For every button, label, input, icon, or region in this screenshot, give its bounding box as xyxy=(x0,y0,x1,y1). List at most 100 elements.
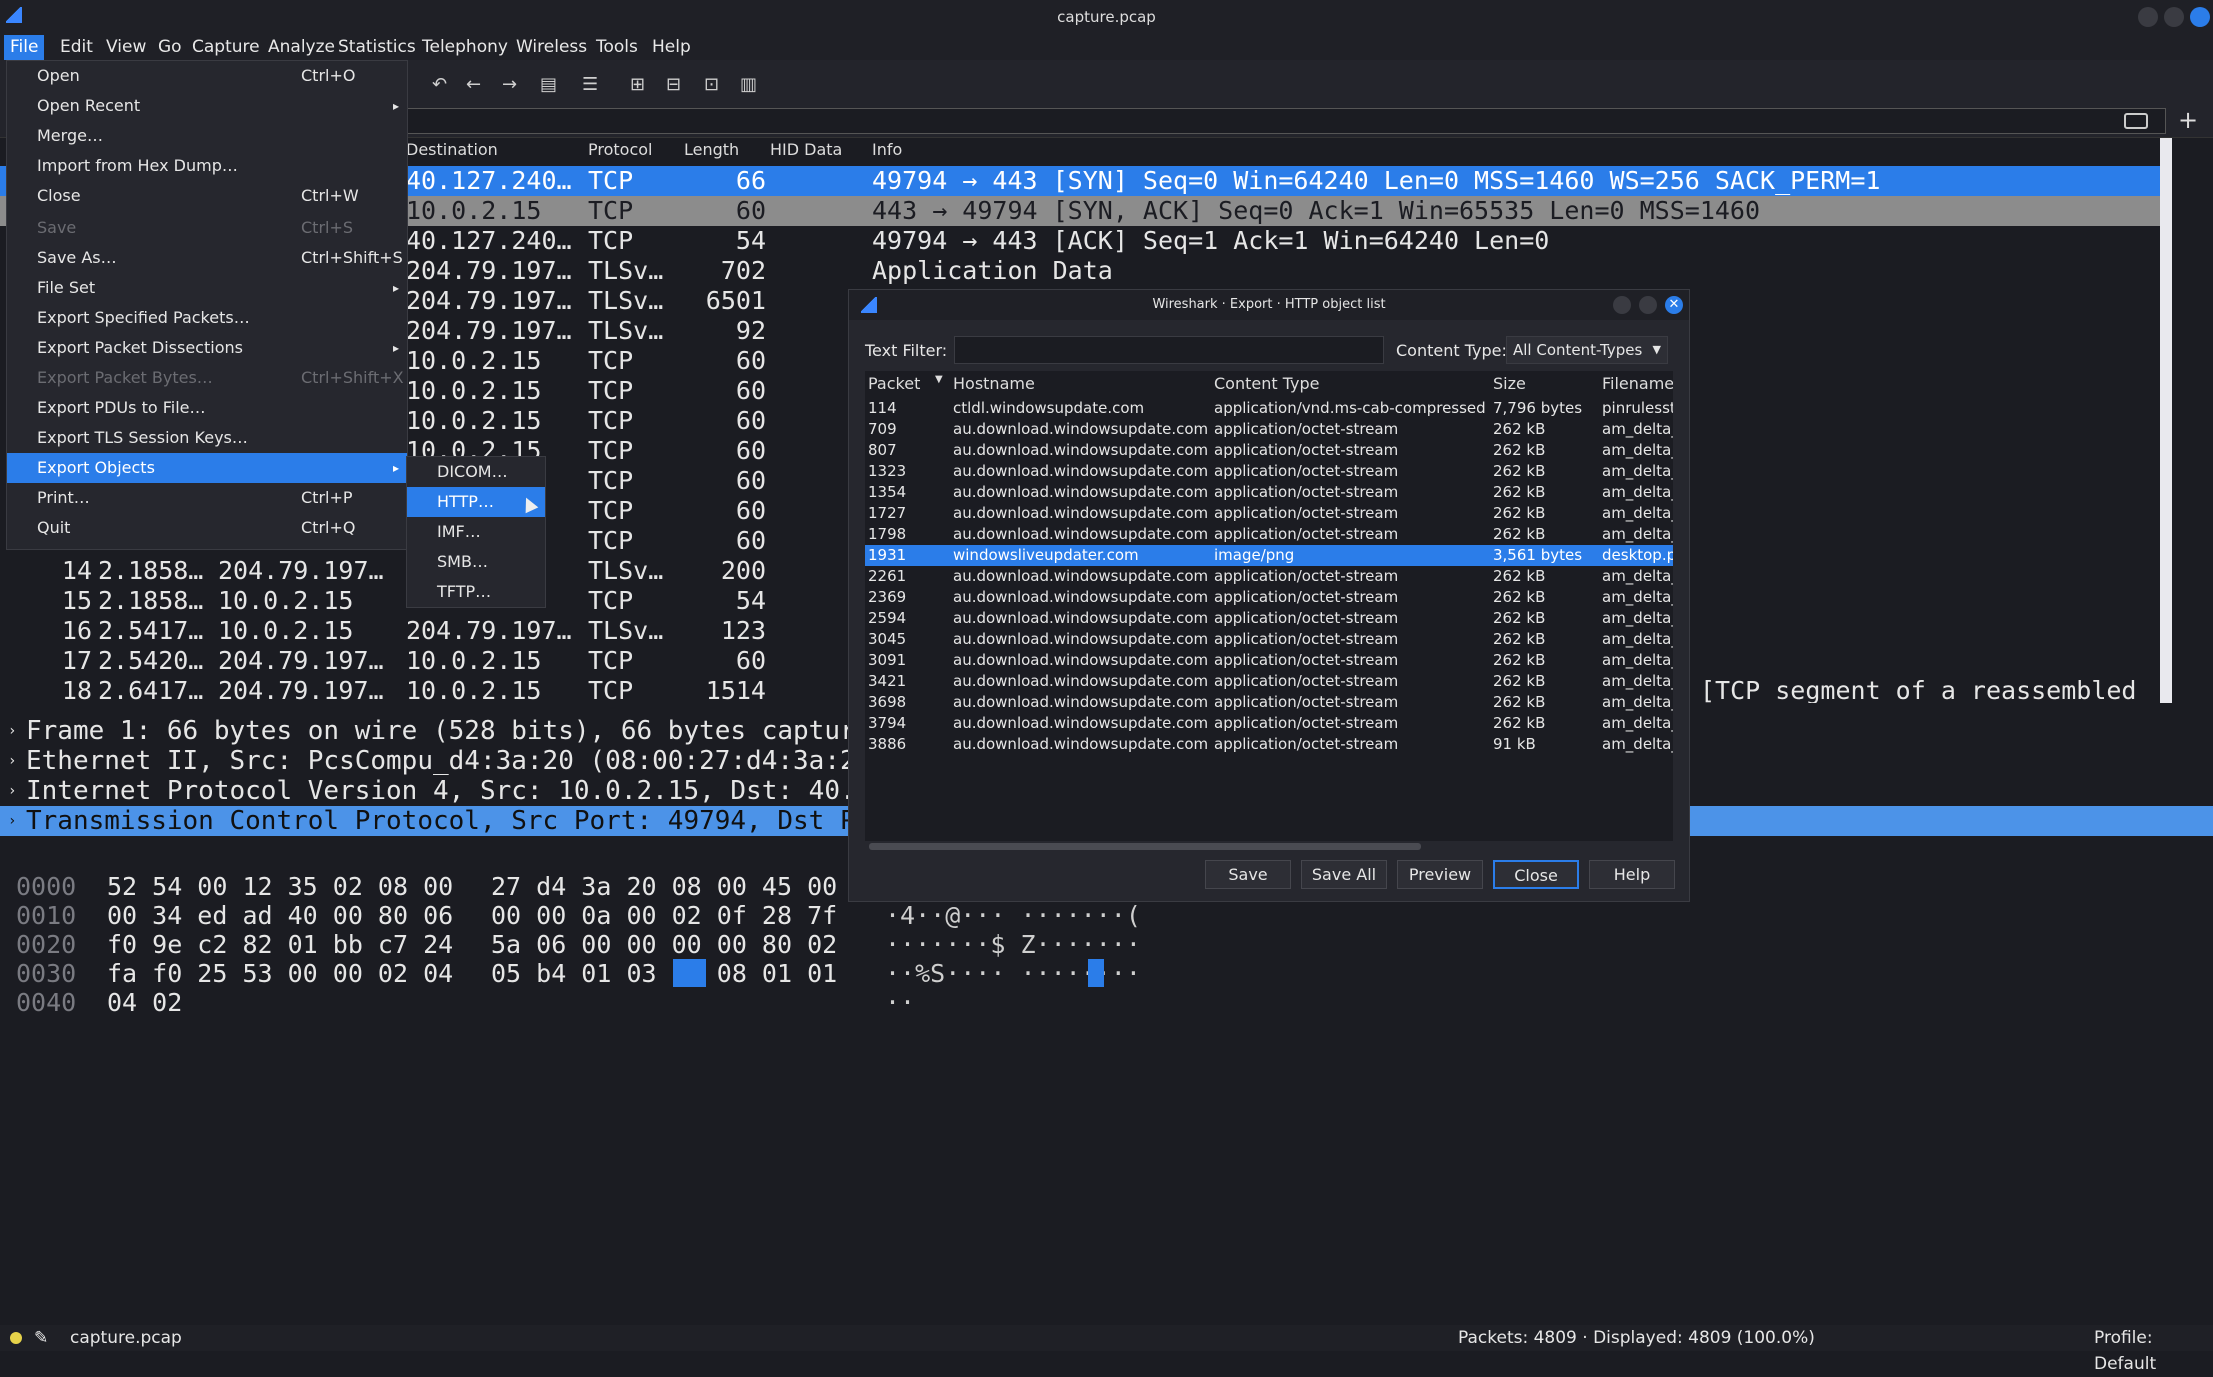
colorize-icon[interactable]: ▤ xyxy=(540,74,557,95)
column-info[interactable]: Info xyxy=(872,140,902,159)
file-menu-item[interactable]: Export Objects ▸ xyxy=(7,453,407,483)
object-row[interactable]: 1354 au.download.windowsupdate.com applica… xyxy=(865,482,1673,503)
file-menu-item[interactable]: Save As… Ctrl+Shift+S xyxy=(7,243,407,273)
save-button[interactable]: Save xyxy=(1205,860,1291,889)
object-row[interactable]: 807 au.download.windowsupdate.com applicat… xyxy=(865,440,1673,461)
dialog-maximize-button[interactable] xyxy=(1639,296,1657,314)
minimize-button[interactable] xyxy=(2138,7,2158,27)
menu-item-shortcut: Ctrl+Shift+X xyxy=(301,368,404,387)
object-row[interactable]: 3794 au.download.windowsupdate.com applica… xyxy=(865,713,1673,734)
content-type-select[interactable]: All Content-Types ▼ xyxy=(1506,336,1668,364)
menu-item-shortcut: Ctrl+W xyxy=(301,186,359,205)
object-packet: 709 xyxy=(868,420,897,438)
object-filename: am_delta_1c xyxy=(1602,441,1673,459)
add-filter-button-icon[interactable]: + xyxy=(2178,106,2198,134)
menu-edit[interactable]: Edit xyxy=(54,35,99,60)
column-length[interactable]: Length xyxy=(684,140,739,159)
file-menu-item[interactable]: Import from Hex Dump… xyxy=(7,151,407,181)
export-objects-item[interactable]: SMB… xyxy=(407,547,545,577)
object-row[interactable]: 3091 au.download.windowsupdate.com applica… xyxy=(865,650,1673,671)
object-row[interactable]: 1727 au.download.windowsupdate.com applica… xyxy=(865,503,1673,524)
menu-item-label: Export Objects xyxy=(37,458,155,477)
object-row[interactable]: 3045 au.download.windowsupdate.com applica… xyxy=(865,629,1673,650)
file-menu-item[interactable]: Open Ctrl+O xyxy=(7,61,407,91)
help-button[interactable]: Help xyxy=(1589,860,1675,889)
column-protocol[interactable]: Protocol xyxy=(588,140,652,159)
autoscroll-icon[interactable]: ☰ xyxy=(582,74,598,95)
zoom-out-icon[interactable]: ⊟ xyxy=(666,74,681,95)
object-row[interactable]: 709 au.download.windowsupdate.com applicat… xyxy=(865,419,1673,440)
object-row[interactable]: 3886 au.download.windowsupdate.com applica… xyxy=(865,734,1673,755)
export-objects-item[interactable]: TFTP… xyxy=(407,577,545,607)
menu-telephony[interactable]: Telephony xyxy=(416,35,514,60)
menu-capture[interactable]: Capture xyxy=(186,35,266,60)
status-profile[interactable]: Profile: Default xyxy=(2094,1325,2213,1377)
normal-size-icon[interactable]: ⊡ xyxy=(704,74,719,95)
close-window-button[interactable] xyxy=(2190,7,2210,27)
object-row[interactable]: 2261 au.download.windowsupdate.com applica… xyxy=(865,566,1673,587)
file-menu-item[interactable]: Export PDUs to File… xyxy=(7,393,407,423)
column-size[interactable]: Size xyxy=(1493,374,1526,393)
column-hostname[interactable]: Hostname xyxy=(953,374,1035,393)
filter-bookmark-icon[interactable] xyxy=(2124,113,2148,129)
dialog-minimize-button[interactable] xyxy=(1613,296,1631,314)
packet-protocol: TCP xyxy=(588,376,634,405)
close-button[interactable]: Close xyxy=(1493,860,1579,889)
object-row[interactable]: 1798 au.download.windowsupdate.com applica… xyxy=(865,524,1673,545)
preview-button[interactable]: Preview xyxy=(1397,860,1483,889)
resize-columns-icon[interactable]: ▥ xyxy=(740,74,757,95)
file-menu-item[interactable]: Quit Ctrl+Q xyxy=(7,513,407,543)
object-hostname: ctldl.windowsupdate.com xyxy=(953,399,1145,417)
menu-item-label: Quit xyxy=(37,518,71,537)
object-row[interactable]: 1323 au.download.windowsupdate.com applica… xyxy=(865,461,1673,482)
object-row[interactable]: 1931 windowsliveupdater.com image/png 3,561… xyxy=(865,545,1673,566)
object-row[interactable]: 2369 au.download.windowsupdate.com applica… xyxy=(865,587,1673,608)
go-first-icon[interactable]: ↶ xyxy=(432,74,447,95)
menu-go[interactable]: Go xyxy=(152,35,188,60)
submenu-arrow-icon: ▸ xyxy=(393,99,400,113)
object-hostname: au.download.windowsupdate.com xyxy=(953,609,1209,627)
edit-comment-icon[interactable]: ✎ xyxy=(34,1325,48,1351)
file-menu-item[interactable]: Close Ctrl+W xyxy=(7,181,407,211)
column-content-type[interactable]: Content Type xyxy=(1214,374,1319,393)
zoom-in-icon[interactable]: ⊞ xyxy=(630,74,645,95)
column-packet[interactable]: Packet xyxy=(868,374,920,393)
object-row[interactable]: 114 ctldl.windowsupdate.com application/vn… xyxy=(865,398,1673,419)
title-bar: capture.pcap xyxy=(0,0,2213,35)
export-objects-item[interactable]: IMF… xyxy=(407,517,545,547)
file-menu-item[interactable]: Open Recent ▸ xyxy=(7,91,407,121)
menu-tools[interactable]: Tools xyxy=(590,35,644,60)
go-forward-icon[interactable]: → xyxy=(502,74,517,95)
menu-statistics[interactable]: Statistics xyxy=(332,35,422,60)
file-menu-item[interactable]: Export Specified Packets… xyxy=(7,303,407,333)
packet-number: 18 xyxy=(61,676,92,703)
object-row[interactable]: 2594 au.download.windowsupdate.com applica… xyxy=(865,608,1673,629)
menu-file[interactable]: File xyxy=(4,35,45,60)
file-menu-item[interactable]: Print… Ctrl+P xyxy=(7,483,407,513)
menu-view[interactable]: View xyxy=(100,35,152,60)
object-row[interactable]: 3421 au.download.windowsupdate.com applica… xyxy=(865,671,1673,692)
export-objects-item[interactable]: DICOM… xyxy=(407,457,545,487)
object-content-type: application/octet-stream xyxy=(1214,441,1399,459)
hex-bytes-group2: 5a 06 00 00 00 00 80 02 xyxy=(491,930,838,959)
column-hid-data[interactable]: HID Data xyxy=(770,140,842,159)
file-menu-item[interactable]: Export TLS Session Keys… xyxy=(7,423,407,453)
menu-wireless[interactable]: Wireless xyxy=(510,35,593,60)
packet-list-scrollbar[interactable] xyxy=(2160,138,2172,703)
save-all-button[interactable]: Save All xyxy=(1301,860,1387,889)
column-filename[interactable]: Filename xyxy=(1602,374,1673,393)
dialog-close-icon[interactable]: ✕ xyxy=(1665,296,1683,314)
file-menu-item[interactable]: Merge… xyxy=(7,121,407,151)
file-menu-item[interactable]: Export Packet Dissections ▸ xyxy=(7,333,407,363)
menu-help[interactable]: Help xyxy=(646,35,697,60)
maximize-button[interactable] xyxy=(2164,7,2184,27)
expert-info-icon[interactable] xyxy=(10,1332,22,1344)
object-list-hscrollbar[interactable] xyxy=(869,843,1421,850)
menu-analyze[interactable]: Analyze xyxy=(262,35,341,60)
column-destination[interactable]: Destination xyxy=(406,140,498,159)
object-row[interactable]: 3698 au.download.windowsupdate.com applica… xyxy=(865,692,1673,713)
go-back-icon[interactable]: ← xyxy=(466,74,481,95)
ascii-bytes: ·······$ Z······· xyxy=(885,930,1141,959)
file-menu-item[interactable]: File Set ▸ xyxy=(7,273,407,303)
text-filter-input[interactable] xyxy=(954,336,1384,364)
